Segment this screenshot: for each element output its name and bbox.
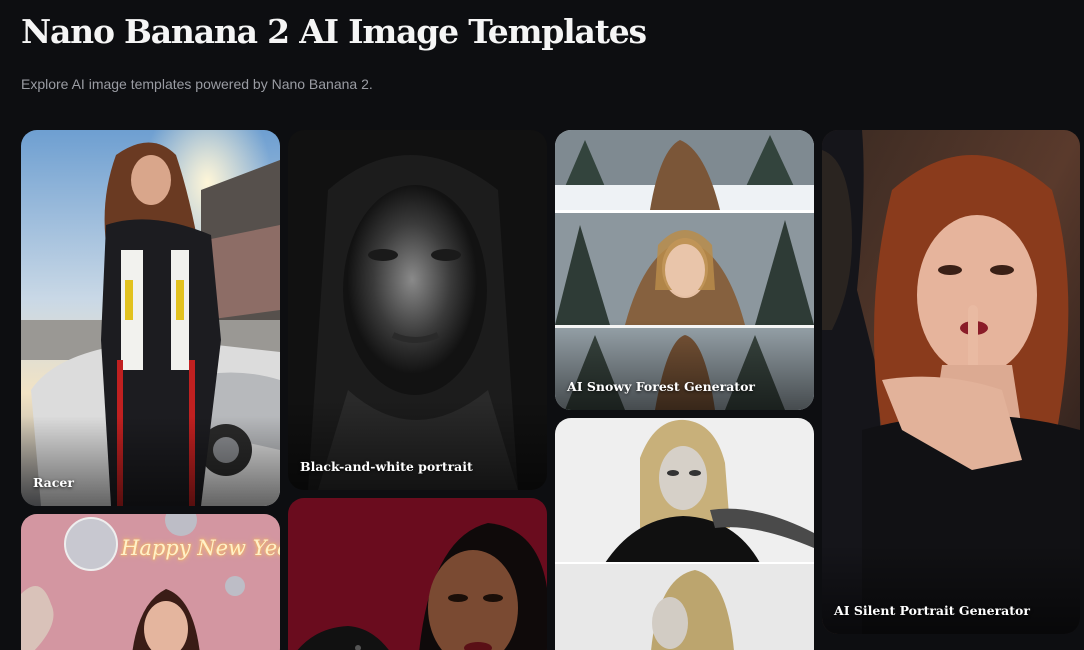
templates-page: Nano Banana 2 AI Image Templates Explore… (0, 0, 1084, 650)
template-card-racer[interactable]: Racer (21, 130, 280, 506)
label-shade (288, 400, 547, 490)
template-card-black-and-white-portrait[interactable]: Black-and-white portrait (288, 130, 547, 490)
template-card-ai-snowy-forest-generator[interactable]: AI Snowy Forest Generator (555, 130, 814, 410)
template-card-happy-new-year[interactable]: Happy New Year (21, 514, 280, 650)
template-card-red-portrait[interactable] (288, 498, 547, 650)
template-label: Racer (33, 475, 74, 490)
template-label: Black-and-white portrait (300, 459, 473, 474)
template-label: AI Snowy Forest Generator (567, 379, 756, 394)
red-portrait-image (288, 498, 547, 650)
label-shade (21, 416, 280, 506)
bw-fashion-image (555, 418, 814, 650)
new-year-image (21, 514, 280, 650)
template-card-bw-fashion[interactable] (555, 418, 814, 650)
page-subtitle: Explore AI image templates powered by Na… (21, 76, 373, 92)
template-label: Happy New Year (121, 536, 280, 560)
template-card-ai-silent-portrait-generator[interactable]: AI Silent Portrait Generator (822, 130, 1080, 634)
template-label: AI Silent Portrait Generator (834, 603, 1030, 618)
page-title: Nano Banana 2 AI Image Templates (21, 12, 647, 51)
label-shade (555, 320, 814, 410)
label-shade (822, 544, 1080, 634)
